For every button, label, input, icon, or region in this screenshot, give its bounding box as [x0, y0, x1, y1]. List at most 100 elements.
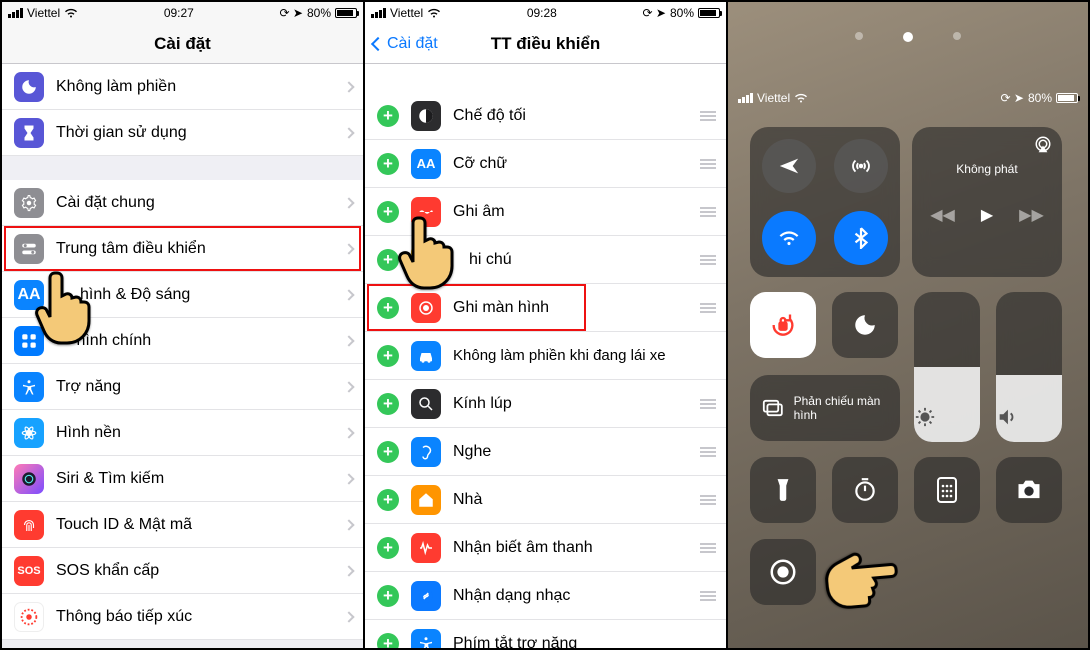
- signal-icon: [738, 93, 753, 103]
- drag-handle-icon[interactable]: [700, 399, 716, 409]
- row-control-center[interactable]: Trung tâm điều khiển: [2, 226, 363, 272]
- row-text-size[interactable]: + AA Cỡ chữ: [365, 140, 726, 188]
- dark-mode-icon: [411, 101, 441, 131]
- row-accessibility-shortcut[interactable]: + Phím tắt trợ năng: [365, 620, 726, 648]
- row-screen-time[interactable]: Thời gian sử dụng: [2, 110, 363, 156]
- nav-header: Cài đặt TT điều khiển: [365, 24, 726, 64]
- add-button[interactable]: +: [377, 201, 399, 223]
- carrier-label: Viettel: [390, 6, 423, 20]
- add-button[interactable]: +: [377, 585, 399, 607]
- location-icon: ⟳ ➤: [1001, 91, 1024, 105]
- settings-screen: Viettel 09:27 ⟳ ➤ 80% Cài đặt Không làm …: [2, 2, 365, 648]
- row-dark-mode[interactable]: + Chế độ tối: [365, 92, 726, 140]
- row-label: Phím tắt trợ năng: [453, 635, 716, 649]
- prev-track-button[interactable]: ◀◀: [930, 205, 955, 225]
- row-general[interactable]: Cài đặt chung: [2, 180, 363, 226]
- chevron-right-icon: [343, 427, 354, 438]
- drag-handle-icon[interactable]: [700, 159, 716, 169]
- status-bar: Viettel 09:28 ⟳ ➤ 80%: [365, 2, 726, 24]
- carrier-label: Viettel: [757, 91, 790, 105]
- flower-icon: [14, 418, 44, 448]
- row-label: Chế độ tối: [453, 107, 692, 125]
- row-label: Trợ năng: [56, 378, 339, 396]
- battery-percent: 80%: [1028, 91, 1052, 105]
- chevron-right-icon: [343, 81, 354, 92]
- add-button[interactable]: +: [377, 441, 399, 463]
- row-sos[interactable]: SOS SOS khẩn cấp: [2, 548, 363, 594]
- row-label: Nhận dạng nhạc: [453, 587, 692, 605]
- row-label: Nhận biết âm thanh: [453, 539, 692, 557]
- bluetooth-button[interactable]: [834, 211, 888, 265]
- row-label: Ghi màn hình: [453, 299, 692, 317]
- screen-record-button[interactable]: [750, 539, 816, 605]
- row-label: Không làm phiền: [56, 78, 339, 96]
- exposure-icon: [14, 602, 44, 632]
- drag-handle-icon[interactable]: [700, 495, 716, 505]
- drag-handle-icon[interactable]: [700, 111, 716, 121]
- signal-icon: [371, 8, 386, 18]
- camera-button[interactable]: [996, 457, 1062, 523]
- brightness-slider[interactable]: [914, 292, 980, 442]
- row-shazam[interactable]: + Nhận dạng nhạc: [365, 572, 726, 620]
- clock-label: 09:28: [527, 6, 557, 20]
- dnd-button[interactable]: [832, 292, 898, 358]
- chevron-left-icon: [371, 36, 385, 50]
- calculator-button[interactable]: [914, 457, 980, 523]
- row-siri[interactable]: Siri & Tìm kiếm: [2, 456, 363, 502]
- drag-handle-icon[interactable]: [700, 303, 716, 313]
- add-button[interactable]: +: [377, 393, 399, 415]
- row-dnd-driving[interactable]: + Không làm phiền khi đang lái xe: [365, 332, 726, 380]
- row-screen-record[interactable]: + Ghi màn hình: [365, 284, 726, 332]
- row-touchid[interactable]: Touch ID & Mật mã: [2, 502, 363, 548]
- connectivity-tile[interactable]: [750, 127, 900, 277]
- next-track-button[interactable]: ▶▶: [1019, 205, 1044, 225]
- row-home[interactable]: + Nhà: [365, 476, 726, 524]
- row-exposure[interactable]: Thông báo tiếp xúc: [2, 594, 363, 640]
- control-center-screen: Viettel ⟳ ➤ 80% Không phát: [728, 2, 1088, 648]
- volume-slider[interactable]: [996, 292, 1062, 442]
- battery-icon: [335, 8, 357, 18]
- wifi-button[interactable]: [762, 211, 816, 265]
- add-button[interactable]: +: [377, 297, 399, 319]
- flashlight-button[interactable]: [750, 457, 816, 523]
- row-accessibility[interactable]: Trợ năng: [2, 364, 363, 410]
- row-hearing[interactable]: + Nghe: [365, 428, 726, 476]
- add-button[interactable]: +: [377, 633, 399, 649]
- back-button[interactable]: Cài đặt: [373, 24, 438, 63]
- moon-icon: [14, 72, 44, 102]
- row-magnifier[interactable]: + Kính lúp: [365, 380, 726, 428]
- chevron-right-icon: [343, 381, 354, 392]
- drag-handle-icon[interactable]: [700, 207, 716, 217]
- airplane-button[interactable]: [762, 139, 816, 193]
- airplay-icon[interactable]: [1034, 135, 1052, 153]
- mirror-icon: [762, 397, 784, 419]
- cellular-button[interactable]: [834, 139, 888, 193]
- row-voice-memo[interactable]: + Ghi âm: [365, 188, 726, 236]
- add-button[interactable]: +: [377, 105, 399, 127]
- drag-handle-icon[interactable]: [700, 255, 716, 265]
- drag-handle-icon[interactable]: [700, 591, 716, 601]
- add-button[interactable]: +: [377, 537, 399, 559]
- drag-handle-icon[interactable]: [700, 543, 716, 553]
- notes-icon: [411, 245, 441, 275]
- row-sound-recognition[interactable]: + Nhận biết âm thanh: [365, 524, 726, 572]
- drag-handle-icon[interactable]: [700, 447, 716, 457]
- screen-mirroring-button[interactable]: Phản chiếu màn hình: [750, 375, 900, 441]
- battery-icon: [1056, 93, 1078, 103]
- row-home-screen[interactable]: xx hình chính: [2, 318, 363, 364]
- timer-button[interactable]: [832, 457, 898, 523]
- row-notes[interactable]: + xxhi chú: [365, 236, 726, 284]
- row-label: Hình nền: [56, 424, 339, 442]
- chevron-right-icon: [343, 243, 354, 254]
- now-playing-tile[interactable]: Không phát ◀◀ ▶ ▶▶: [912, 127, 1062, 277]
- add-button[interactable]: +: [377, 489, 399, 511]
- add-button[interactable]: +: [377, 249, 399, 271]
- add-button[interactable]: +: [377, 345, 399, 367]
- orientation-lock-button[interactable]: [750, 292, 816, 358]
- row-do-not-disturb[interactable]: Không làm phiền: [2, 64, 363, 110]
- row-wallpaper[interactable]: Hình nền: [2, 410, 363, 456]
- row-display-brightness[interactable]: AA xxxhình & Độ sáng: [2, 272, 363, 318]
- add-button[interactable]: +: [377, 153, 399, 175]
- chevron-right-icon: [343, 565, 354, 576]
- play-button[interactable]: ▶: [981, 205, 993, 225]
